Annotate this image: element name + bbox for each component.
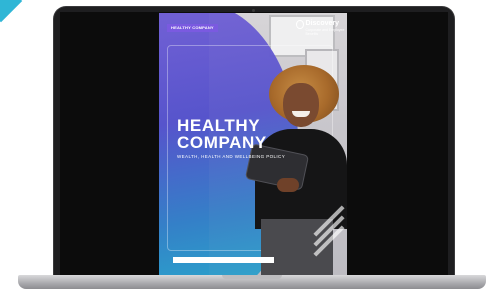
brand-tagline: Corporate and Employee Benefits <box>305 28 345 36</box>
brand-name: Discovery <box>305 20 339 27</box>
brochure-cover: HEALTHY COMPANY Discovery Corporate and … <box>159 13 347 276</box>
person-figure <box>283 83 319 127</box>
cover-bottom-bar <box>173 257 274 263</box>
laptop-hinge-notch <box>222 275 282 279</box>
person-figure <box>277 178 299 192</box>
cover-title: HEALTHY COMPANY <box>177 116 267 152</box>
discovery-logo-icon <box>296 20 304 29</box>
cover-subtitle: WEALTH, HEALTH AND WELLBEING POLICY <box>177 154 286 159</box>
brand-logo: Discovery Corporate and Employee Benefit… <box>296 19 347 36</box>
cover-tag: HEALTHY COMPANY <box>167 24 218 32</box>
page: HEALTHY COMPANY Discovery Corporate and … <box>0 0 497 291</box>
corner-accent-shape <box>0 0 23 23</box>
webcam-icon <box>252 9 255 12</box>
